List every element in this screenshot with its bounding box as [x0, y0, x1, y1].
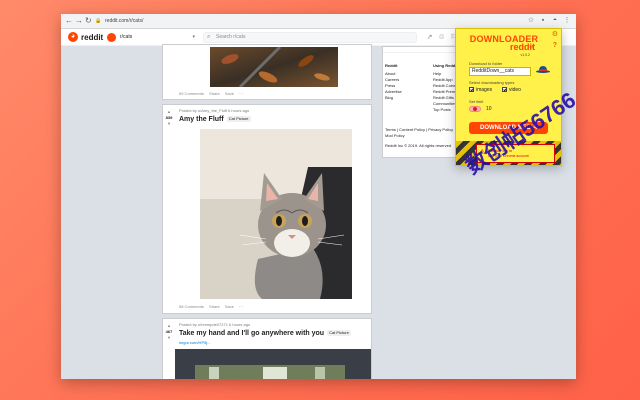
post-meta[interactable]: Posted by u/Amy_the_Fluff 6 hours ago	[179, 108, 249, 114]
post-image-cat[interactable]	[200, 129, 352, 299]
menu-icon[interactable]: ⋮	[563, 17, 571, 25]
sidebar-heading-reddit: Reddit	[385, 63, 398, 68]
back-icon[interactable]: ←	[65, 16, 73, 26]
video-label: video	[509, 87, 521, 93]
chat-icon[interactable]: ♲	[437, 33, 446, 42]
post-card[interactable]: ▲ 467 ▼ Posted by u/hmmpde07271 6 hours …	[162, 318, 372, 379]
share-button[interactable]: Share	[209, 304, 220, 309]
post-flair[interactable]: Cat Picture	[226, 116, 251, 123]
browser-toolbar: ← → ↻ 🔒 reddit.com/r/cats/ ☆ ▪ ◓ ⋮	[61, 14, 576, 29]
post-actions: 58 Comments Share Save ···	[179, 303, 247, 311]
subreddit-icon	[107, 33, 116, 42]
cat-photo	[200, 129, 352, 299]
search-placeholder: Search r/cats	[216, 34, 246, 40]
post-title[interactable]: Take my hand and I'll go anywhere with y…	[179, 329, 351, 338]
post-actions: 59 Comments Share Save ···	[179, 90, 247, 98]
more-options-button[interactable]: ···	[239, 91, 243, 96]
sidebar-heading-using-reddit: Using Reddit	[433, 63, 458, 68]
sidebar-link[interactable]: Reddit App	[433, 77, 453, 82]
post-card[interactable]: 59 Comments Share Save ···	[162, 44, 372, 100]
star-icon[interactable]: ☆	[527, 17, 535, 25]
extension-icon[interactable]: ▪	[539, 17, 547, 25]
sidebar-link[interactable]: Careers	[385, 77, 399, 82]
address-bar[interactable]: reddit.com/r/cats/	[105, 16, 143, 26]
profile-icon[interactable]: ◓	[551, 17, 559, 25]
images-label: images	[476, 87, 493, 93]
sidebar-link[interactable]: Reddit Coins	[433, 83, 456, 88]
reddit-hat-icon	[536, 66, 550, 73]
limit-value[interactable]: 10	[486, 105, 492, 113]
checkbox-checked-icon	[469, 87, 474, 93]
post-link[interactable]: imgur.com/HP5j...	[179, 340, 211, 346]
post-title-text[interactable]: Take my hand and I'll go anywhere with y…	[179, 330, 324, 337]
video-checkbox[interactable]: video	[502, 87, 521, 93]
downvote-icon[interactable]: ▼	[163, 335, 175, 341]
sidebar-link[interactable]: Communities	[433, 101, 456, 106]
save-button[interactable]: Save	[225, 91, 234, 96]
sidebar-link[interactable]: Press	[385, 83, 395, 88]
reddit-logo-icon[interactable]: ◕	[68, 32, 78, 42]
more-options-button[interactable]: ···	[239, 304, 243, 309]
post-meta[interactable]: Posted by u/hmmpde07271 6 hours ago	[179, 322, 250, 328]
forward-icon[interactable]: →	[75, 16, 83, 26]
search-input[interactable]: ⌕ Search r/cats	[203, 32, 417, 43]
post-title-text[interactable]: Amy the Fluff	[179, 116, 224, 123]
vote-controls: ▲ 839 ▼	[163, 109, 175, 127]
extension-version: v1.0.2	[520, 53, 530, 57]
limit-toggle[interactable]	[469, 106, 481, 112]
share-button[interactable]: Share	[209, 91, 220, 96]
help-icon[interactable]: ?	[553, 42, 557, 50]
subreddit-name: r/cats	[120, 34, 133, 40]
extension-title-reddit: reddit	[510, 42, 536, 52]
post-flair[interactable]: Cat Picture	[327, 330, 351, 337]
post-image-leaves[interactable]	[210, 47, 338, 87]
images-checkbox[interactable]: images	[469, 87, 492, 93]
checkbox-checked-icon	[502, 87, 507, 93]
post-image-park[interactable]	[175, 349, 371, 379]
subreddit-dropdown[interactable]: r/cats ▾	[107, 32, 195, 43]
copyright: Reddit Inc © 2019. All rights reserved	[385, 143, 452, 148]
extension-title: DOWNLOADER	[469, 34, 539, 44]
sidebar-link[interactable]: Reddit Gifts	[433, 95, 454, 100]
sidebar-link[interactable]: Blog	[385, 95, 393, 100]
types-label: Select downloading types	[469, 80, 515, 85]
vote-controls: ▲ 467 ▼	[163, 323, 175, 341]
downvote-icon[interactable]: ▼	[163, 121, 175, 127]
save-button[interactable]: Save	[225, 304, 234, 309]
comments-button[interactable]: 58 Comments	[179, 304, 204, 309]
lock-icon: 🔒	[95, 18, 102, 24]
folder-label: Download to folder	[469, 61, 503, 66]
sidebar-link[interactable]: Top Posts	[433, 107, 451, 112]
gear-icon[interactable]: ⚙	[552, 31, 558, 39]
reddit-wordmark[interactable]: reddit	[81, 33, 103, 42]
sidebar-link[interactable]: About	[385, 71, 395, 76]
search-icon: ⌕	[207, 34, 211, 40]
mod-policy-link[interactable]: Mod Policy	[385, 133, 405, 139]
trending-icon[interactable]: ↗	[425, 33, 434, 42]
post-title[interactable]: Amy the Fluff Cat Picture	[179, 115, 251, 124]
sidebar-link[interactable]: Help	[433, 71, 441, 76]
reload-icon[interactable]: ↻	[85, 16, 92, 26]
folder-input[interactable]: RedditDown__cats	[469, 67, 531, 76]
comments-button[interactable]: 59 Comments	[179, 91, 204, 96]
post-card[interactable]: ▲ 839 ▼ Posted by u/Amy_the_Fluff 6 hour…	[162, 104, 372, 314]
chevron-down-icon: ▾	[192, 34, 195, 40]
limit-label: Set limit	[469, 99, 484, 104]
sidebar-link[interactable]: Advertise	[385, 89, 402, 94]
